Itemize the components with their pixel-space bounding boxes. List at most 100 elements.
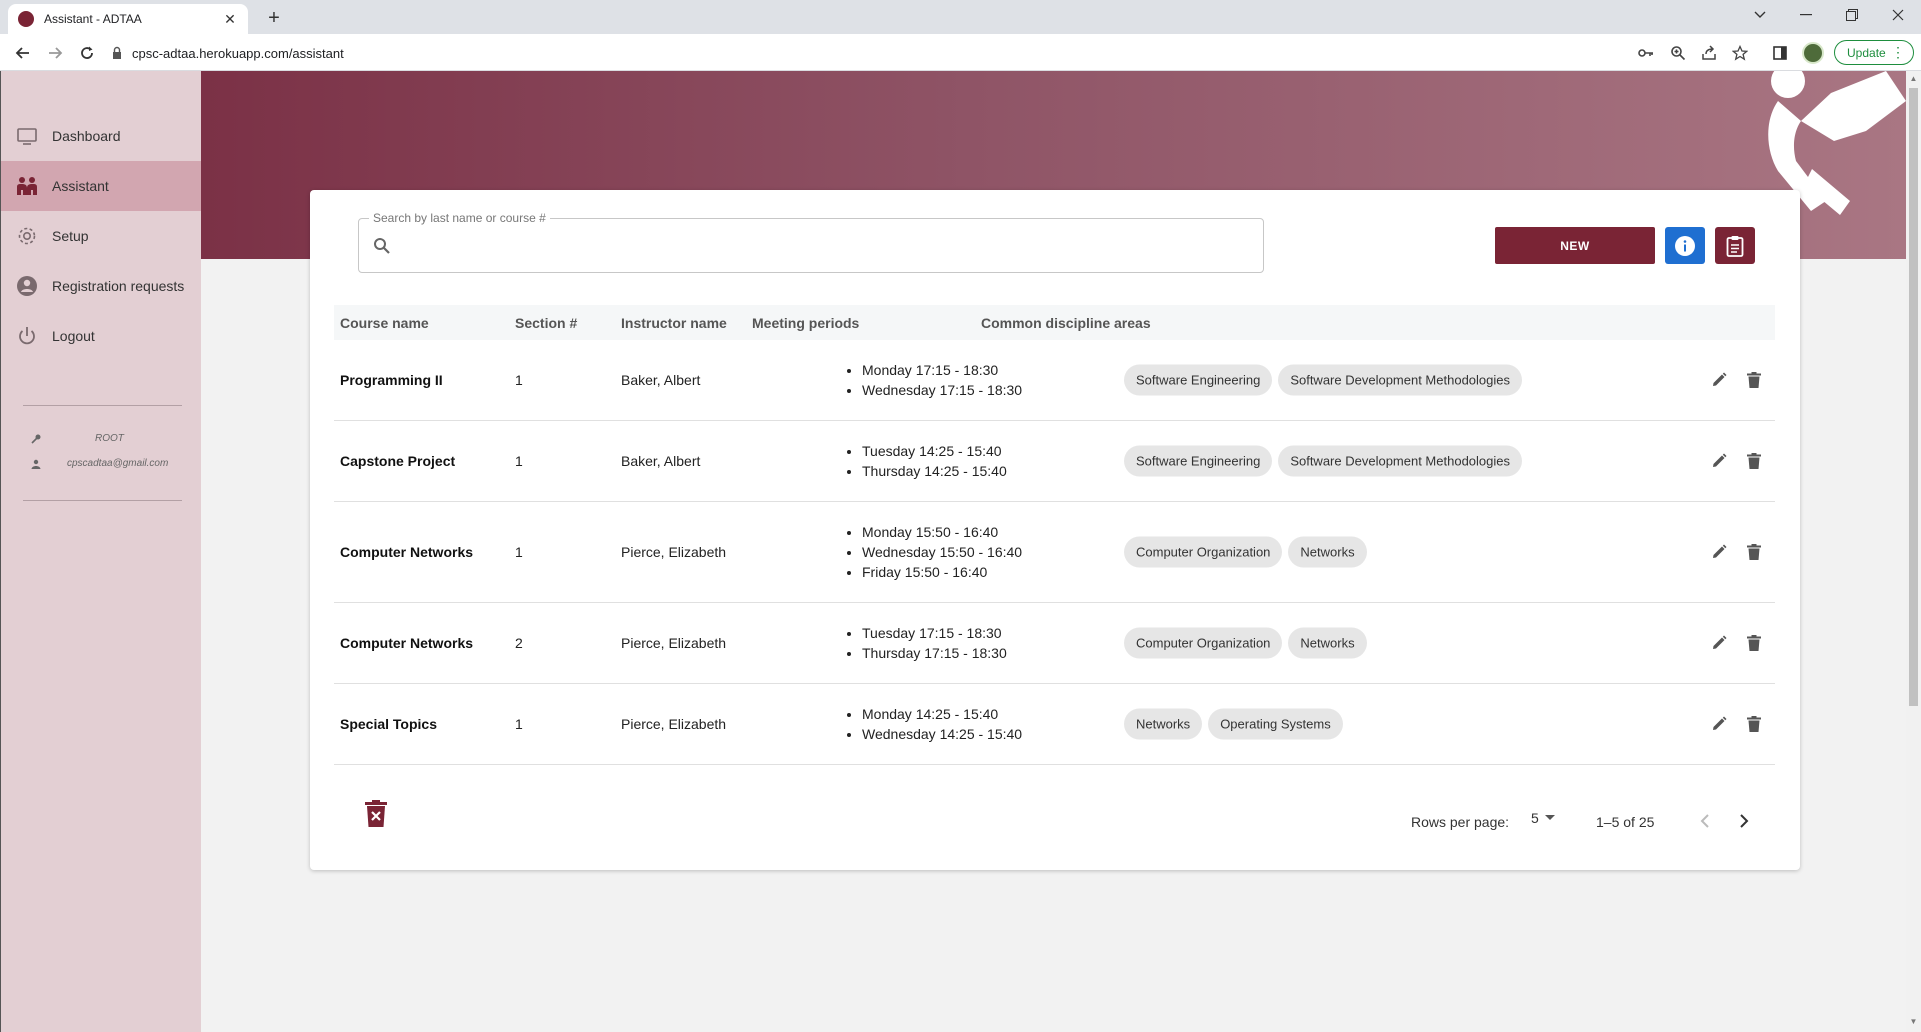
course-name: Special Topics (340, 716, 437, 732)
section-number: 1 (515, 544, 523, 560)
edit-icon[interactable] (1709, 451, 1729, 471)
new-tab-icon[interactable]: + (262, 6, 286, 30)
section-number: 1 (515, 372, 523, 388)
sidebar-item-registration-requests[interactable]: Registration requests (1, 261, 201, 311)
scrollbar-thumb[interactable] (1909, 88, 1918, 706)
clipboard-button[interactable] (1715, 227, 1755, 264)
table-row: Capstone Project 1 Baker, Albert Tuesday 14… (334, 421, 1775, 502)
delete-icon[interactable] (1744, 633, 1764, 653)
discipline-areas: Software Engineering Software Development… (1124, 445, 1522, 477)
table-row: Computer Networks 2 Pierce, Elizabeth Tuesd… (334, 603, 1775, 684)
sidebar-item-logout[interactable]: Logout (1, 311, 201, 361)
instructor-name: Pierce, Elizabeth (621, 716, 727, 732)
delete-all-button[interactable] (364, 800, 388, 828)
new-button[interactable]: NEW (1495, 227, 1655, 264)
search-label: Search by last name or course # (369, 211, 550, 225)
user-email: cpscadtaa@gmail.com (67, 458, 169, 469)
page-scrollbar[interactable]: ▲ ▼ (1906, 71, 1921, 1032)
info-button[interactable] (1665, 227, 1705, 264)
scroll-down-icon[interactable]: ▼ (1909, 1017, 1918, 1027)
person-icon (31, 459, 41, 469)
delete-icon[interactable] (1744, 451, 1764, 471)
reload-icon[interactable] (76, 42, 98, 64)
account-circle-icon (17, 276, 37, 296)
sidebar-item-label: Logout (52, 328, 95, 344)
sidebar-item-dashboard[interactable]: Dashboard (1, 111, 201, 161)
tab-close-icon[interactable]: ✕ (222, 11, 238, 28)
tab-search-icon[interactable] (1737, 0, 1783, 30)
discipline-chip: Software Engineering (1124, 364, 1273, 396)
rows-per-page-select[interactable]: 5 (1531, 810, 1555, 826)
meeting-period: Tuesday 14:25 - 15:40 (862, 441, 1007, 461)
discipline-chip: Networks (1124, 708, 1203, 740)
restore-icon[interactable] (1829, 0, 1875, 30)
column-header-course: Course name (340, 315, 429, 331)
user-role: ROOT (95, 433, 124, 444)
discipline-chip: Operating Systems (1208, 708, 1343, 740)
column-header-section: Section # (515, 315, 578, 331)
site-favicon-icon (18, 11, 34, 27)
discipline-chip: Software Development Methodologies (1278, 445, 1522, 477)
assistant-card: Search by last name or course # NEW Cour… (310, 190, 1800, 870)
people-icon (17, 177, 37, 195)
update-button[interactable]: Update ⋮ (1834, 40, 1914, 65)
prev-page-button[interactable] (1690, 806, 1720, 836)
instructor-name: Baker, Albert (621, 372, 701, 388)
rows-per-page-value: 5 (1531, 810, 1539, 826)
delete-icon[interactable] (1744, 370, 1764, 390)
meeting-periods: Monday 17:15 - 18:30Wednesday 17:15 - 18… (846, 360, 1022, 400)
side-panel-icon[interactable] (1770, 43, 1790, 63)
sidebar-item-setup[interactable]: Setup (1, 211, 201, 261)
back-icon[interactable] (12, 42, 34, 64)
meeting-period: Monday 17:15 - 18:30 (862, 360, 1022, 380)
meeting-period: Thursday 17:15 - 18:30 (862, 643, 1007, 663)
meeting-periods: Monday 15:50 - 16:40Wednesday 15:50 - 16… (846, 522, 1022, 582)
search-field[interactable]: Search by last name or course # (358, 211, 1264, 273)
edit-icon[interactable] (1709, 542, 1729, 562)
app-viewport: Dashboard Assistant Setup Registration r… (0, 71, 1921, 1032)
search-input[interactable] (403, 233, 1243, 259)
sidebar-item-assistant[interactable]: Assistant (1, 161, 201, 211)
instructor-name: Pierce, Elizabeth (621, 635, 727, 651)
meeting-period: Friday 15:50 - 16:40 (862, 562, 1022, 582)
sidebar-item-label: Assistant (52, 178, 109, 194)
scroll-up-icon[interactable]: ▲ (1909, 74, 1918, 84)
edit-icon[interactable] (1709, 633, 1729, 653)
zoom-icon[interactable] (1668, 43, 1688, 63)
user-email-row: cpscadtaa@gmail.com (31, 458, 168, 469)
bookmark-star-icon[interactable] (1730, 43, 1750, 63)
sidebar-item-label: Setup (52, 228, 89, 244)
key-icon[interactable] (1636, 43, 1656, 63)
course-name: Programming II (340, 372, 443, 388)
browser-toolbar: cpsc-adtaa.herokuapp.com/assistant Updat… (0, 34, 1921, 71)
forward-icon[interactable] (44, 42, 66, 64)
table-row: Special Topics 1 Pierce, Elizabeth Monday 1… (334, 684, 1775, 765)
discipline-areas: Computer Organization Networks (1124, 536, 1367, 568)
instructor-name: Pierce, Elizabeth (621, 544, 727, 560)
delete-icon[interactable] (1744, 542, 1764, 562)
discipline-chip: Software Development Methodologies (1278, 364, 1522, 396)
user-role-row: ROOT (31, 433, 124, 444)
profile-avatar[interactable] (1802, 42, 1824, 64)
gear-icon (18, 227, 36, 245)
discipline-areas: Networks Operating Systems (1124, 708, 1343, 740)
info-icon (1675, 235, 1695, 256)
next-page-button[interactable] (1729, 806, 1759, 836)
minimize-icon[interactable] (1783, 0, 1829, 30)
column-header-instructor: Instructor name (621, 315, 727, 331)
close-window-icon[interactable] (1875, 0, 1921, 30)
edit-icon[interactable] (1709, 370, 1729, 390)
course-name: Capstone Project (340, 453, 456, 469)
section-number: 1 (515, 453, 523, 469)
share-icon[interactable] (1699, 43, 1719, 63)
search-icon (374, 238, 390, 254)
edit-icon[interactable] (1709, 714, 1729, 734)
sidebar-item-label: Dashboard (52, 128, 121, 144)
meeting-period: Wednesday 17:15 - 18:30 (862, 380, 1022, 400)
delete-icon[interactable] (1744, 714, 1764, 734)
meeting-period: Monday 14:25 - 15:40 (862, 704, 1022, 724)
browser-tab[interactable]: Assistant - ADTAA ✕ (8, 4, 248, 34)
column-header-meeting-periods: Meeting periods (752, 315, 860, 331)
address-bar[interactable]: cpsc-adtaa.herokuapp.com/assistant (110, 39, 1630, 67)
course-name: Computer Networks (340, 635, 474, 651)
